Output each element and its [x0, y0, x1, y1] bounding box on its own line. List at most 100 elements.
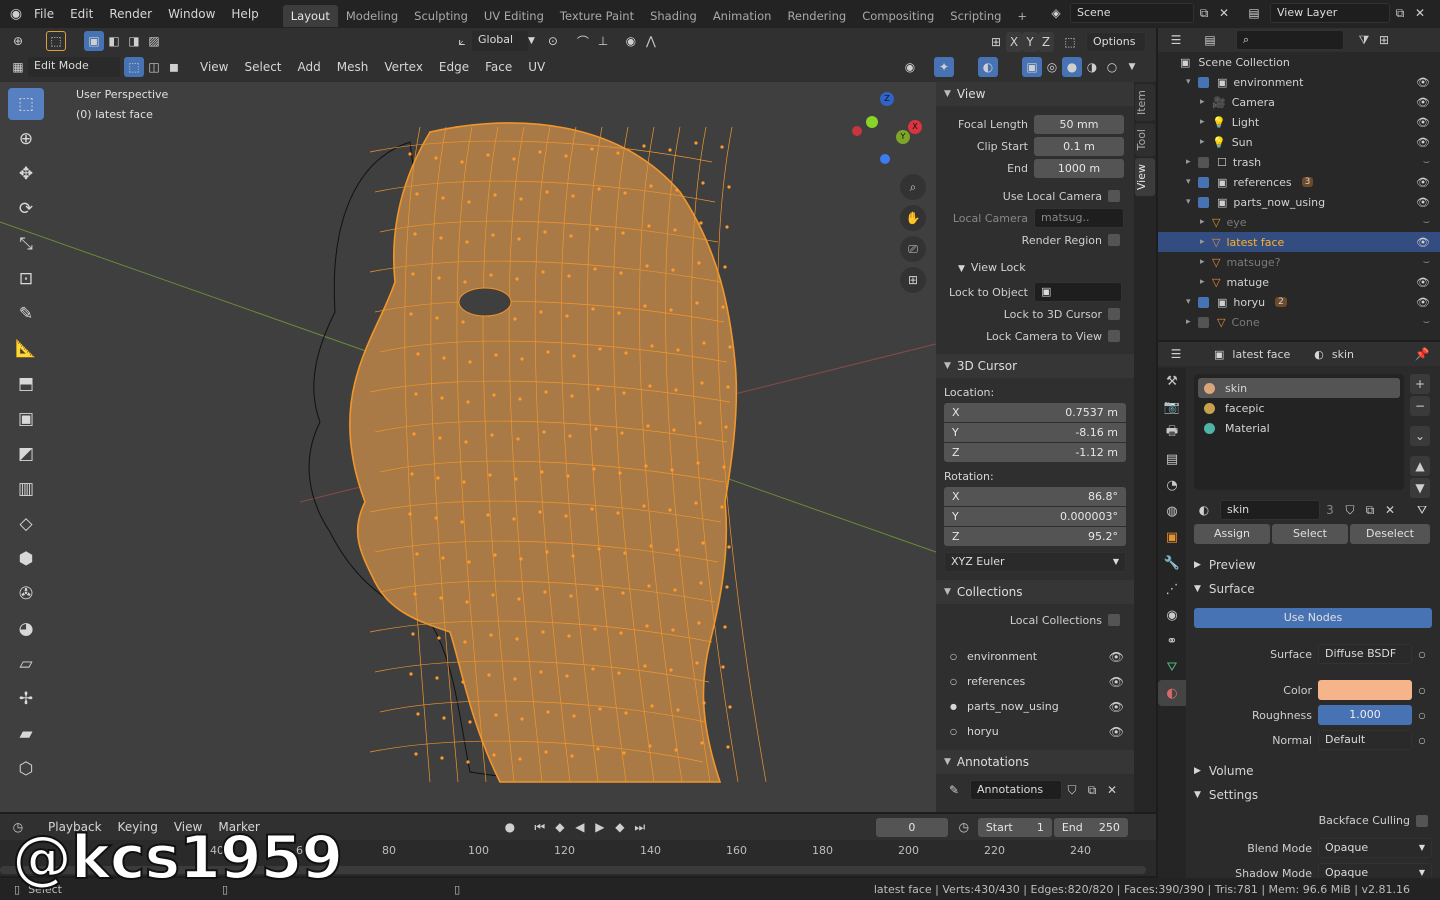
- filter-icon[interactable]: ⧩: [1354, 30, 1374, 50]
- copy-scene-icon[interactable]: ⧉: [1194, 3, 1214, 23]
- material-shading-icon[interactable]: ◑: [1082, 57, 1102, 77]
- expand-arrow-icon[interactable]: ▸: [1200, 237, 1212, 247]
- solid-shading-icon[interactable]: ●: [1062, 57, 1082, 77]
- orientation-icon[interactable]: ⟀: [452, 31, 472, 51]
- options-dropdown[interactable]: Options: [1086, 32, 1146, 52]
- preview-panel-header[interactable]: ▶ Preview: [1194, 554, 1432, 576]
- normal-field[interactable]: Default: [1318, 730, 1412, 750]
- vp-menu-uv[interactable]: UV: [520, 57, 553, 77]
- edge-select-icon[interactable]: ◫: [144, 57, 164, 77]
- clip-end-field[interactable]: 1000 m: [1034, 158, 1124, 178]
- scene-icon[interactable]: ◈: [1046, 3, 1066, 23]
- surface-panel-header[interactable]: ▼ Surface: [1194, 578, 1432, 600]
- outliner-row-eye[interactable]: ▸ ▽ eye ⌣: [1158, 212, 1440, 232]
- collection-checkbox[interactable]: [1198, 316, 1209, 328]
- view-layer-icon[interactable]: ▤: [1244, 3, 1264, 23]
- node-link-icon[interactable]: ⛛: [1412, 500, 1432, 520]
- clock-icon[interactable]: ◷: [954, 817, 974, 837]
- select-mode-subtract-icon[interactable]: ◨: [124, 31, 144, 51]
- deselect-button[interactable]: Deselect: [1350, 524, 1430, 544]
- visibility-icon[interactable]: ◉: [900, 57, 920, 77]
- collection-checkbox[interactable]: [1198, 296, 1209, 308]
- socket-icon[interactable]: ○: [1412, 730, 1432, 750]
- gizmo-toggle-icon[interactable]: ✦: [934, 57, 954, 77]
- expand-arrow-icon[interactable]: ▾: [1186, 77, 1198, 87]
- move-down-icon[interactable]: ▼: [1410, 478, 1430, 498]
- xray-toggle-icon[interactable]: ▣: [1022, 57, 1042, 77]
- eye-icon[interactable]: 👁: [1416, 236, 1430, 249]
- eye-icon[interactable]: 👁: [1109, 650, 1124, 664]
- gizmo-y-axis[interactable]: Y: [896, 130, 910, 144]
- tab-item[interactable]: Item: [1135, 84, 1155, 122]
- display-mode-icon[interactable]: ▤: [1200, 30, 1220, 50]
- outliner-row-parts-now-using[interactable]: ▾ ▣ parts_now_using 👁: [1158, 192, 1440, 212]
- tab-animation[interactable]: Animation: [705, 5, 780, 27]
- scale-tool-icon[interactable]: ⤡: [8, 228, 44, 260]
- poly-build-tool-icon[interactable]: ⬢: [8, 543, 44, 575]
- view-layer-field[interactable]: View Layer: [1270, 3, 1390, 23]
- properties-editor-icon[interactable]: ☰: [1166, 344, 1186, 364]
- cursor-loc-x[interactable]: X 0.7537 m: [944, 402, 1126, 422]
- extrude-tool-icon[interactable]: ⬒: [8, 368, 44, 400]
- object-props-icon[interactable]: ▣: [1158, 524, 1186, 550]
- list-item[interactable]: ○ environment 👁: [936, 644, 1134, 669]
- focal-length-field[interactable]: 50 mm: [1034, 114, 1124, 134]
- list-item[interactable]: ○ horyu 👁: [936, 719, 1134, 744]
- physics-props-icon[interactable]: ◉: [1158, 602, 1186, 628]
- remove-slot-icon[interactable]: −: [1410, 396, 1430, 416]
- edit-mode-icon[interactable]: ▦: [8, 57, 28, 77]
- eye-icon[interactable]: 👁: [1416, 76, 1430, 89]
- collection-checkbox[interactable]: [1198, 76, 1209, 88]
- tab-sculpting[interactable]: Sculpting: [406, 5, 476, 27]
- eye-icon[interactable]: ⌣: [1423, 255, 1430, 269]
- mode-dropdown[interactable]: Edit Mode: [28, 57, 120, 77]
- clip-start-field[interactable]: 0.1 m: [1034, 136, 1124, 156]
- knife-tool-icon[interactable]: ◇: [8, 508, 44, 540]
- proportional-icon[interactable]: ◉: [621, 31, 641, 51]
- expand-arrow-icon[interactable]: ▸: [1200, 117, 1212, 127]
- shear-tool-icon[interactable]: ▰: [8, 718, 44, 750]
- use-nodes-button[interactable]: Use Nodes: [1194, 608, 1432, 628]
- rotation-mode-dropdown[interactable]: XYZ Euler ▼: [944, 552, 1126, 572]
- edge-slide-tool-icon[interactable]: ▱: [8, 648, 44, 680]
- pivot-icon[interactable]: ⊙: [543, 31, 563, 51]
- use-local-camera-checkbox[interactable]: [1108, 190, 1120, 202]
- tab-scripting[interactable]: Scripting: [942, 5, 1009, 27]
- view-lock-subpanel[interactable]: ▼ View Lock: [936, 256, 1134, 280]
- current-frame-field[interactable]: 0: [875, 817, 948, 837]
- copy-icon[interactable]: ⧉: [1082, 780, 1102, 800]
- outliner-row-environment[interactable]: ▾ ▣ environment 👁: [1158, 72, 1440, 92]
- eye-icon[interactable]: 👁: [1109, 725, 1124, 739]
- expand-arrow-icon[interactable]: ▾: [1186, 197, 1198, 207]
- local-collections-checkbox[interactable]: [1108, 614, 1120, 626]
- transform-orientation-dropdown[interactable]: Global: [472, 31, 528, 51]
- vertex-select-icon[interactable]: ⬚: [124, 57, 144, 77]
- select-box-icon[interactable]: ⬚: [46, 31, 66, 51]
- annotate-tool-icon[interactable]: ✎: [8, 298, 44, 330]
- surface-shader-field[interactable]: Diffuse BSDF: [1318, 644, 1412, 664]
- eye-icon[interactable]: 👁: [1416, 196, 1430, 209]
- eye-icon[interactable]: 👁: [1109, 700, 1124, 714]
- outliner-row-light[interactable]: ▸ 💡 Light 👁: [1158, 112, 1440, 132]
- vp-menu-face[interactable]: Face: [477, 57, 520, 77]
- constraint-props-icon[interactable]: ⚭: [1158, 628, 1186, 654]
- falloff-icon[interactable]: ⋀: [641, 31, 661, 51]
- base-color-swatch[interactable]: [1318, 680, 1412, 700]
- menu-file[interactable]: File: [26, 0, 62, 28]
- material-slot[interactable]: Material: [1198, 418, 1400, 438]
- eye-icon[interactable]: 👁: [1416, 296, 1430, 309]
- shield-icon[interactable]: ⛉: [1062, 780, 1082, 800]
- socket-icon[interactable]: ○: [1412, 644, 1432, 664]
- collection-checkbox[interactable]: [1198, 176, 1209, 188]
- cursor-rot-y[interactable]: Y 0.000003°: [944, 506, 1126, 526]
- annotation-layer-icon[interactable]: ✎: [944, 780, 964, 800]
- list-item[interactable]: ○ references 👁: [936, 669, 1134, 694]
- vp-menu-edge[interactable]: Edge: [431, 57, 477, 77]
- tab-modeling[interactable]: Modeling: [338, 5, 406, 27]
- tab-shading[interactable]: Shading: [642, 5, 705, 27]
- outliner-row-horyu[interactable]: ▾ ▣ horyu 2 👁: [1158, 292, 1440, 312]
- gizmo-neg-x[interactable]: [852, 126, 862, 136]
- eye-icon[interactable]: 👁: [1109, 675, 1124, 689]
- scene-props-icon[interactable]: ◔: [1158, 472, 1186, 498]
- outliner-row-references[interactable]: ▾ ▣ references 3 👁: [1158, 172, 1440, 192]
